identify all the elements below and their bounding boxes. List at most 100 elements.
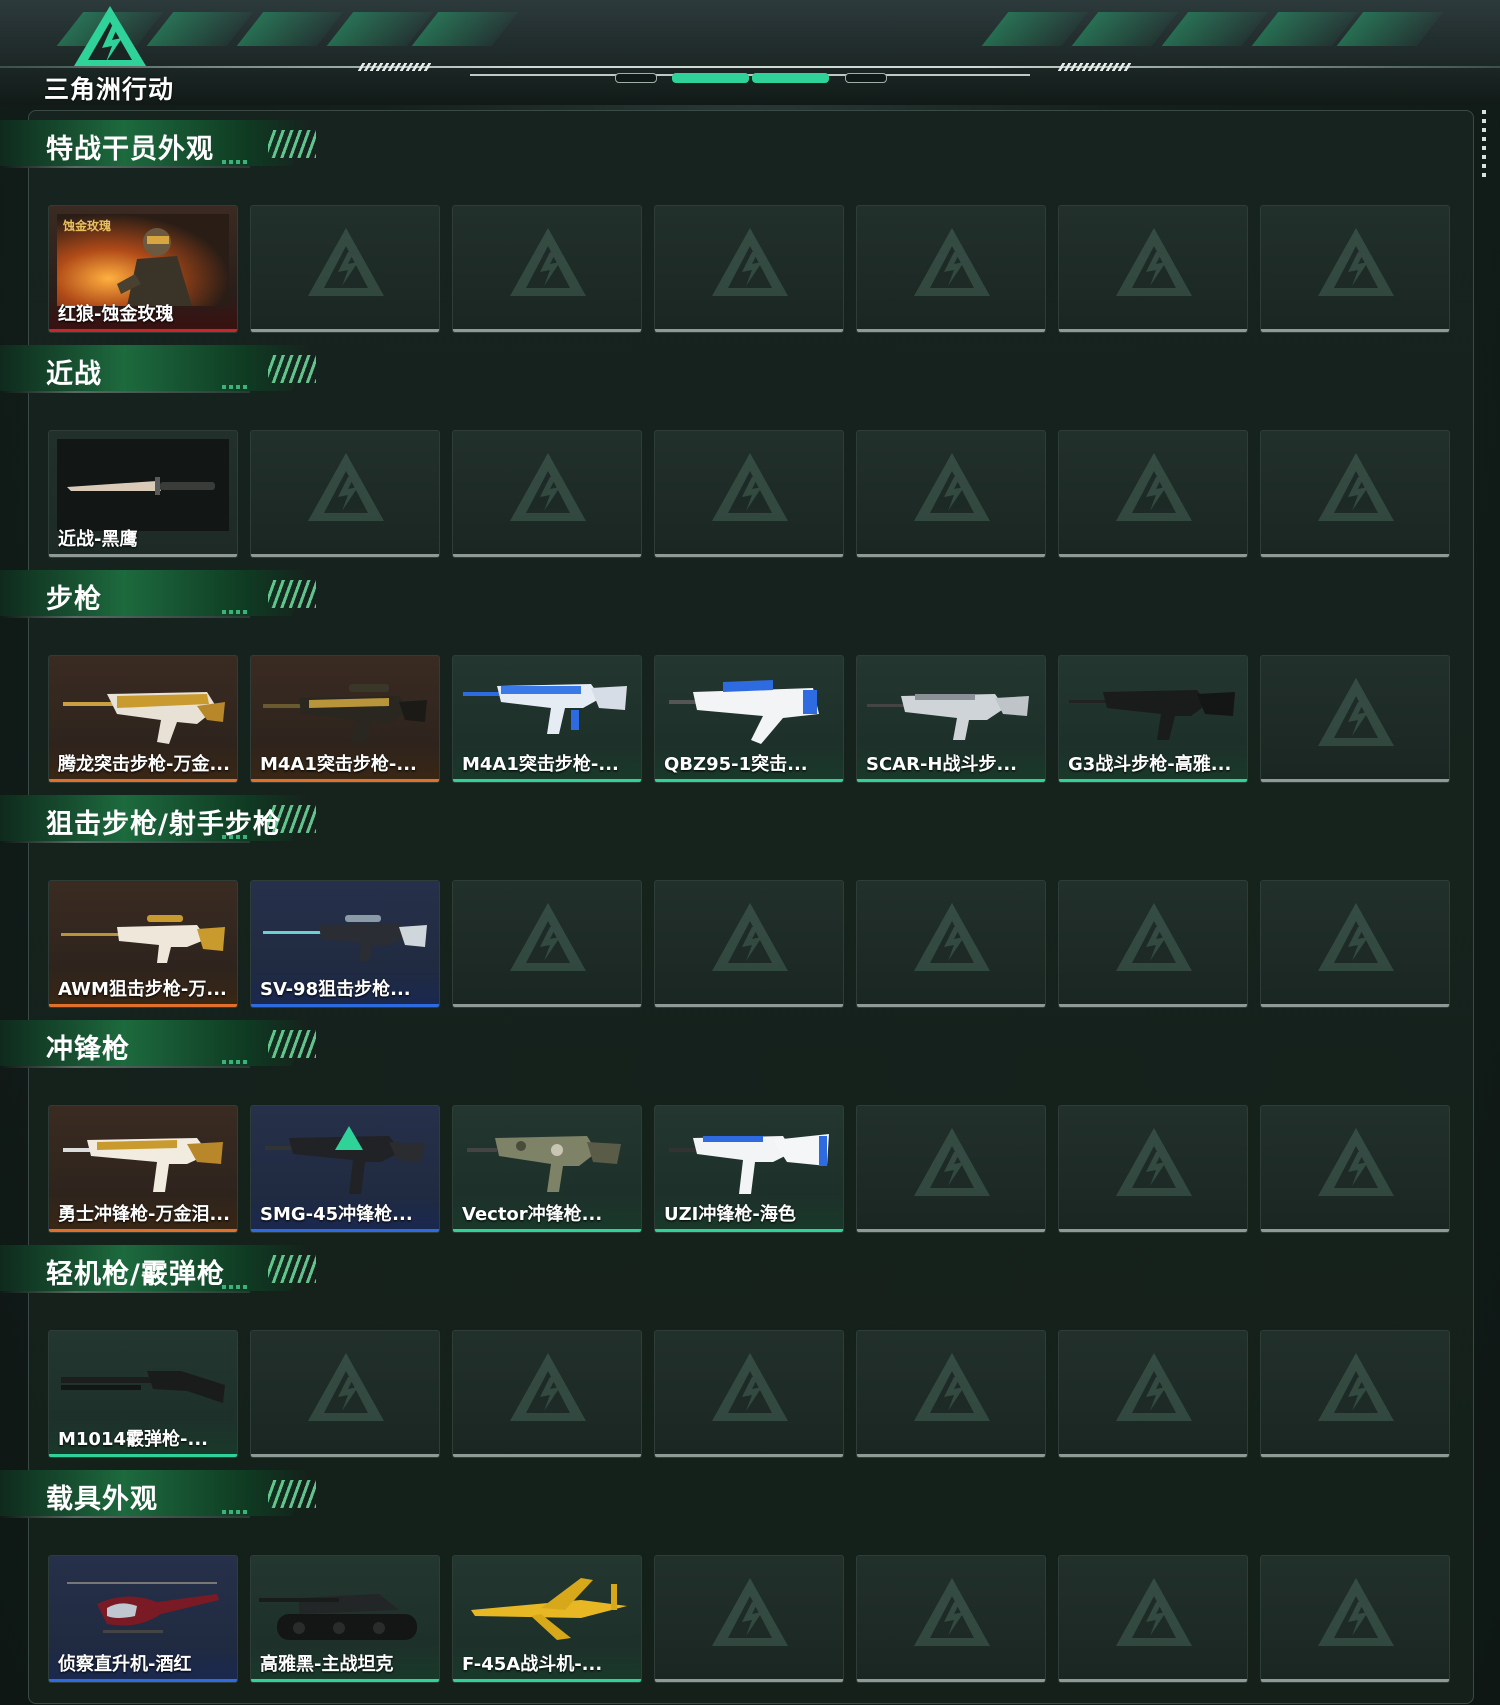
empty-slot[interactable]	[856, 1555, 1046, 1683]
card-row: AWM狙击步枪-万... SV-98狙击步枪...	[48, 880, 1452, 1010]
empty-slot[interactable]	[856, 1330, 1046, 1458]
card-row: 近战-黑鹰	[48, 430, 1452, 560]
banner-ticks	[1057, 63, 1133, 71]
skin-card[interactable]: 腾龙突击步枪-万金...	[48, 655, 238, 783]
empty-slot[interactable]	[654, 1330, 844, 1458]
empty-slot[interactable]	[1260, 655, 1450, 783]
empty-slot[interactable]	[1260, 1105, 1450, 1233]
page-indicator[interactable]	[615, 73, 657, 83]
skin-card[interactable]: Vector冲锋枪...	[452, 1105, 642, 1233]
empty-slot[interactable]	[1260, 1555, 1450, 1683]
empty-slot[interactable]	[654, 205, 844, 333]
skin-card[interactable]: M4A1突击步枪-...	[452, 655, 642, 783]
empty-slot[interactable]	[1058, 205, 1248, 333]
empty-slot[interactable]	[654, 430, 844, 558]
empty-slot[interactable]	[452, 205, 642, 333]
skin-card[interactable]: 高雅黑-主战坦克	[250, 1555, 440, 1683]
section-title: 冲锋枪	[46, 1034, 130, 1065]
skin-card[interactable]: 侦察直升机-酒红	[48, 1555, 238, 1683]
empty-slot[interactable]	[856, 1105, 1046, 1233]
empty-slot[interactable]	[452, 1330, 642, 1458]
skin-card[interactable]: SMG-45冲锋枪...	[250, 1105, 440, 1233]
rarity-bar	[655, 1229, 843, 1232]
section: 近战 近战-黑鹰	[0, 345, 1500, 570]
skin-name: M4A1突击步枪-...	[260, 754, 417, 775]
skin-card[interactable]: 勇士冲锋枪-万金泪...	[48, 1105, 238, 1233]
delta-watermark-icon	[510, 228, 586, 296]
delta-watermark-icon	[1318, 453, 1394, 521]
skin-card[interactable]: M1014霰弹枪-...	[48, 1330, 238, 1458]
section: 轻机枪/霰弹枪 M1014霰弹枪-...	[0, 1245, 1500, 1470]
skin-card[interactable]: F-45A战斗机-...	[452, 1555, 642, 1683]
skin-card[interactable]: M4A1突击步枪-...	[250, 655, 440, 783]
empty-slot[interactable]	[1058, 430, 1248, 558]
collection-page: 三角洲行动 特战干员外观 蚀金玫瑰 红狼-蚀金玫瑰 近战 近战-黑鹰 步枪 腾龙…	[0, 0, 1500, 1705]
page-indicator-active[interactable]	[672, 73, 749, 83]
section-header: 近战	[0, 345, 330, 397]
empty-slot[interactable]	[856, 205, 1046, 333]
section-header-ticks	[222, 1285, 250, 1289]
page-indicator-active[interactable]	[752, 73, 829, 83]
delta-watermark-icon	[308, 1353, 384, 1421]
empty-slot[interactable]	[654, 1555, 844, 1683]
empty-slot[interactable]	[856, 430, 1046, 558]
empty-slot[interactable]	[1058, 1330, 1248, 1458]
skin-name: AWM狙击步枪-万...	[58, 979, 227, 1000]
skin-image: 蚀金玫瑰	[57, 214, 229, 306]
section-header: 特战干员外观	[0, 120, 330, 172]
skin-name: M4A1突击步枪-...	[462, 754, 619, 775]
empty-slot[interactable]	[250, 205, 440, 333]
banner-stripe	[146, 12, 254, 46]
empty-slot[interactable]	[1260, 430, 1450, 558]
rarity-bar	[49, 1004, 237, 1007]
rarity-bar	[857, 779, 1045, 782]
skin-image	[259, 889, 431, 981]
delta-watermark-icon	[510, 453, 586, 521]
skin-image	[461, 1114, 633, 1206]
empty-slot[interactable]	[1058, 880, 1248, 1008]
empty-slot[interactable]	[1260, 1330, 1450, 1458]
section-header-slashes	[268, 580, 316, 608]
empty-slot[interactable]	[856, 880, 1046, 1008]
skin-name: UZI冲锋枪-海色	[664, 1204, 796, 1225]
skin-card[interactable]: AWM狙击步枪-万...	[48, 880, 238, 1008]
skin-card[interactable]: UZI冲锋枪-海色	[654, 1105, 844, 1233]
delta-watermark-icon	[510, 1353, 586, 1421]
section-header-underline	[0, 1291, 250, 1293]
rarity-bar	[49, 1229, 237, 1232]
skin-card[interactable]: 蚀金玫瑰 红狼-蚀金玫瑰	[48, 205, 238, 333]
banner-line	[0, 66, 1500, 68]
delta-watermark-icon	[1116, 453, 1192, 521]
delta-watermark-icon	[1318, 903, 1394, 971]
card-row: 蚀金玫瑰 红狼-蚀金玫瑰	[48, 205, 1452, 335]
banner-line	[470, 74, 1030, 76]
empty-slot[interactable]	[250, 430, 440, 558]
card-row: 勇士冲锋枪-万金泪... SMG-45冲锋枪... Vector冲锋枪... U…	[48, 1105, 1452, 1235]
delta-watermark-icon	[712, 1353, 788, 1421]
skin-image	[663, 664, 835, 756]
empty-slot[interactable]	[452, 880, 642, 1008]
rarity-bar	[49, 329, 237, 332]
rarity-bar	[655, 779, 843, 782]
empty-slot[interactable]	[1058, 1105, 1248, 1233]
skin-name: 近战-黑鹰	[58, 529, 138, 550]
skin-card[interactable]: SV-98狙击步枪...	[250, 880, 440, 1008]
card-row: M1014霰弹枪-...	[48, 1330, 1452, 1460]
skin-card[interactable]: QBZ95-1突击...	[654, 655, 844, 783]
section-header-ticks	[222, 610, 250, 614]
empty-slot[interactable]	[452, 430, 642, 558]
delta-watermark-icon	[1116, 1578, 1192, 1646]
section-header: 狙击步枪/射手步枪	[0, 795, 330, 847]
empty-slot[interactable]	[250, 1330, 440, 1458]
skin-card[interactable]: 近战-黑鹰	[48, 430, 238, 558]
empty-slot[interactable]	[1260, 880, 1450, 1008]
skin-card[interactable]: SCAR-H战斗步...	[856, 655, 1046, 783]
skin-card[interactable]: G3战斗步枪-高雅...	[1058, 655, 1248, 783]
page-indicator[interactable]	[845, 73, 887, 83]
skin-image	[663, 1114, 835, 1206]
section-header-underline	[0, 1066, 250, 1068]
section: 冲锋枪 勇士冲锋枪-万金泪... SMG-45冲锋枪... Vector冲锋枪.…	[0, 1020, 1500, 1245]
empty-slot[interactable]	[654, 880, 844, 1008]
empty-slot[interactable]	[1058, 1555, 1248, 1683]
empty-slot[interactable]	[1260, 205, 1450, 333]
